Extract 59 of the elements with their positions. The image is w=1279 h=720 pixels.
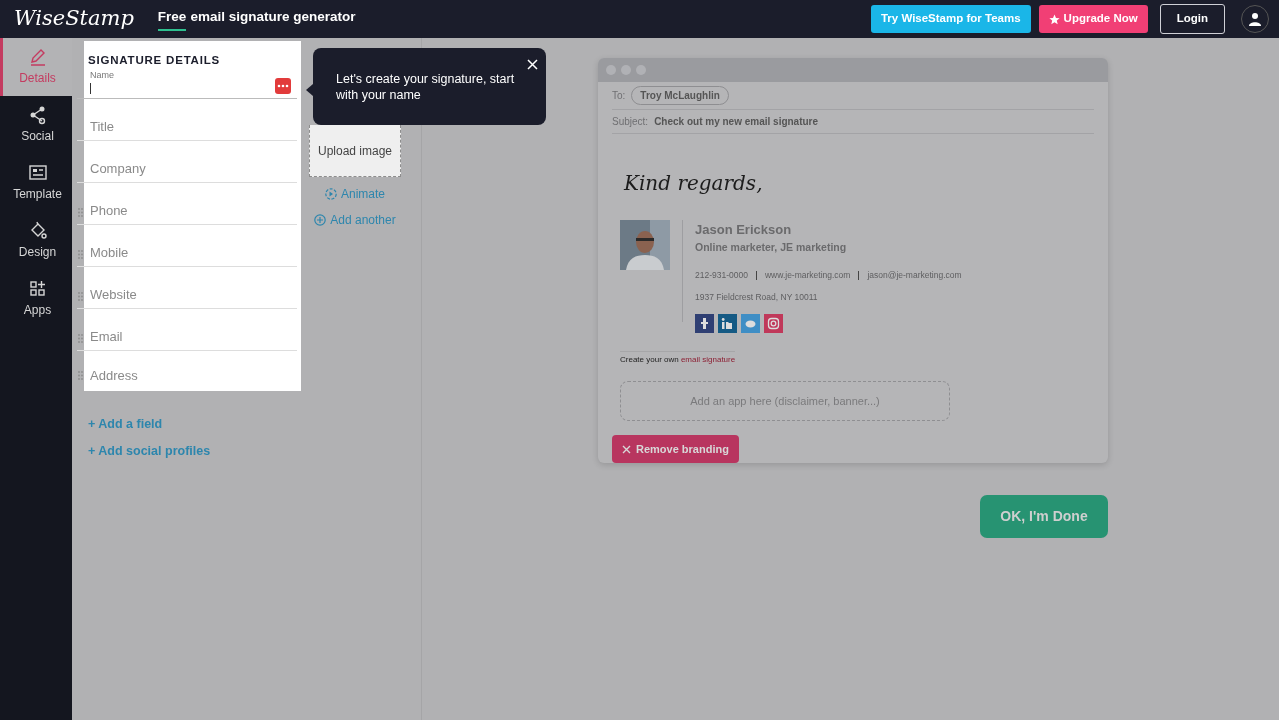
text-field[interactable]: Website [77,267,297,310]
sidebar-tab[interactable]: Apps [0,270,72,328]
website-text: www.je-marketing.com [764,269,851,282]
sidebar-tab[interactable]: Template [0,154,72,212]
text-field[interactable]: Phone [77,183,297,226]
apps-icon [27,279,48,299]
field-label: Name [90,69,115,83]
done-button[interactable]: OK, I'm Done [980,495,1108,539]
text-cursor [90,82,91,95]
name-field[interactable]: Name [77,69,297,100]
closing-text: Kind regards, [624,170,764,197]
email-text: jason@je-marketing.com [867,269,962,282]
sidebar-tab[interactable]: Design [0,212,72,270]
sidebar-tab[interactable]: Social [0,96,72,154]
drag-handle-icon [78,334,83,344]
drag-handle-icon [78,250,83,260]
text-field[interactable]: Title [77,99,297,142]
add-link[interactable]: + Add social profiles [88,442,301,461]
tooltip-text: Let's create your signature, start with your name [336,72,515,102]
text-field[interactable]: Email [77,309,297,352]
field-label: Subject: [612,115,649,129]
field-label: To: [612,89,626,103]
upload-image-button[interactable]: Upload image [309,125,401,177]
branding-link[interactable]: email signature [680,354,736,364]
close-icon [527,59,538,71]
add-another-link[interactable]: Add another [314,211,396,229]
account-button[interactable] [1241,5,1269,33]
page-title-highlight: Free [157,7,187,31]
section-heading: SIGNATURE DETAILS [88,53,221,68]
app-drop-zone[interactable]: Add an app here (disclaimer, banner...) [620,381,950,422]
remove-branding-button[interactable]: Remove branding [612,435,739,464]
animate-link[interactable]: Animate [325,185,385,203]
add-link[interactable]: + Add a field [88,415,301,434]
signature-name: Jason Erickson [695,221,793,239]
subject-text: Check out my new email signature [654,115,819,129]
page-title: email signature generator [190,8,356,27]
text-field[interactable]: Address [77,351,297,388]
logo[interactable]: WiseStamp [14,3,134,35]
drag-handle-icon [78,208,83,218]
play-icon [325,188,337,200]
teams-button[interactable]: Try WiseStamp for Teams [870,5,1031,33]
phone-text: 212-931-0000 [695,269,748,282]
card-icon [27,163,48,183]
sidebar-tab[interactable]: Details [0,38,72,96]
drag-handle-icon [78,371,83,381]
more-icon [275,78,291,95]
login-button[interactable]: Login [1159,4,1225,34]
signature-title: Online marketer, JE marketing [695,239,848,255]
text-field[interactable]: Mobile [77,225,297,268]
plus-icon [314,214,327,226]
branding-text: Create your own email signature [620,350,736,366]
drag-handle-icon [78,292,83,302]
user-icon [1249,12,1261,26]
address-text: 1937 Fieldcrest Road, NY 10011 [695,291,819,304]
upgrade-button[interactable]: Upgrade Now [1038,5,1148,33]
star-icon [1048,13,1060,25]
text-field[interactable]: Company [77,141,297,184]
close-button[interactable] [527,56,538,72]
close-icon [622,444,631,454]
